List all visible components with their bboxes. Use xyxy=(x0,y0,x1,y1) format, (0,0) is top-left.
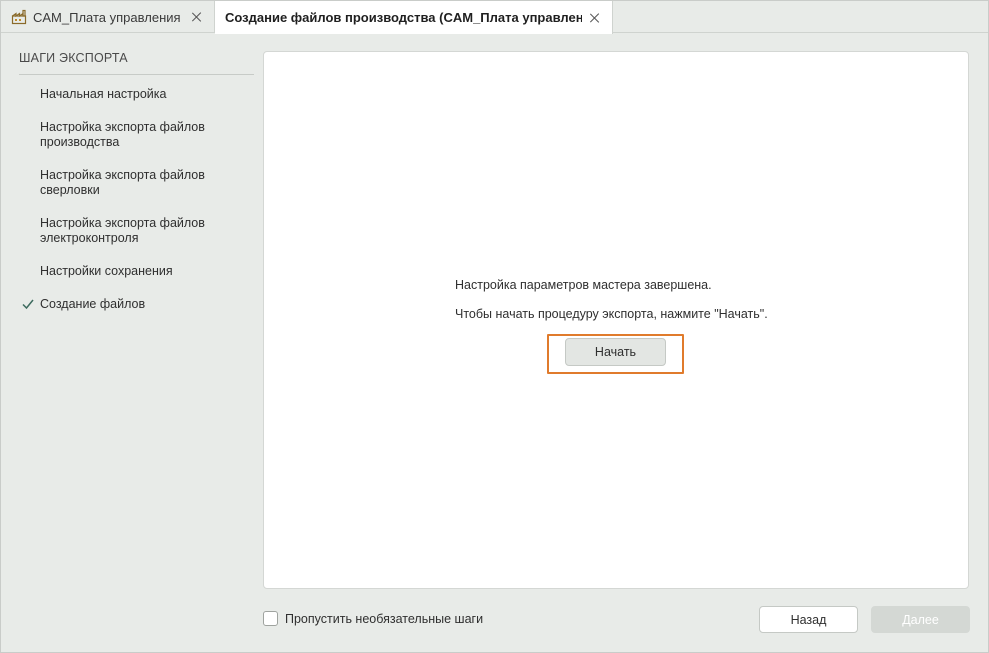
tab-bar: CAM_Плата управления Создание файлов про… xyxy=(1,1,988,34)
tab-create-production-files[interactable]: Создание файлов производства (CAM_Плата … xyxy=(215,1,613,34)
step-create-files[interactable]: Создание файлов xyxy=(40,297,240,312)
next-button[interactable]: Далее xyxy=(871,606,970,633)
export-steps-sidebar: ШАГИ ЭКСПОРТА Начальная настройка Настро… xyxy=(9,43,255,603)
back-button[interactable]: Назад xyxy=(759,606,858,633)
skip-checkbox[interactable] xyxy=(263,611,278,626)
step-drill-export[interactable]: Настройка экспорта файлов сверловки xyxy=(40,168,240,198)
check-icon xyxy=(21,297,35,311)
factory-icon xyxy=(11,9,27,25)
wizard-window: CAM_Плата управления Создание файлов про… xyxy=(0,0,989,653)
instruction-message: Чтобы начать процедуру экспорта, нажмите… xyxy=(455,307,768,321)
tab-label: Создание файлов производства (CAM_Плата … xyxy=(225,10,582,25)
step-save-settings[interactable]: Настройки сохранения xyxy=(40,264,240,279)
step-production-export[interactable]: Настройка экспорта файлов производства xyxy=(40,120,240,150)
close-icon[interactable] xyxy=(588,11,602,25)
start-button[interactable]: Начать xyxy=(565,338,666,366)
main-panel: Настройка параметров мастера завершена. … xyxy=(263,51,969,589)
tab-cam-board[interactable]: CAM_Плата управления xyxy=(1,1,215,33)
completion-message: Настройка параметров мастера завершена. xyxy=(455,278,712,292)
sidebar-header: ШАГИ ЭКСПОРТА xyxy=(19,51,254,75)
tab-label: CAM_Плата управления xyxy=(33,9,181,25)
step-electrotest-export[interactable]: Настройка экспорта файлов электроконтрол… xyxy=(40,216,240,246)
step-initial-setup[interactable]: Начальная настройка xyxy=(40,87,240,102)
close-icon[interactable] xyxy=(190,10,204,24)
skip-optional-steps[interactable]: Пропустить необязательные шаги xyxy=(263,611,483,626)
skip-label: Пропустить необязательные шаги xyxy=(285,611,484,626)
